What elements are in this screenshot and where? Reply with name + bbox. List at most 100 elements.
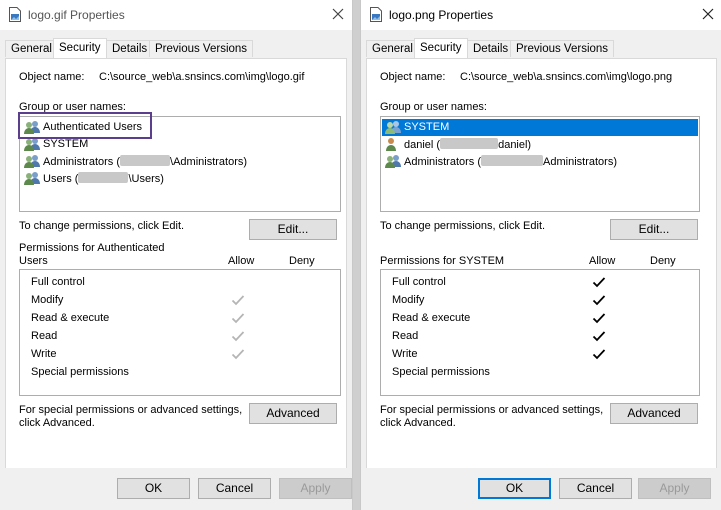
change-permissions-text: To change permissions, click Edit.	[380, 220, 546, 232]
permission-name: Write	[31, 348, 57, 360]
properties-dialog-right: logo.png Properties General Security Det…	[360, 0, 721, 510]
permissions-for-label-line2: Users	[19, 255, 48, 267]
tab-previous-versions[interactable]: Previous Versions	[510, 40, 615, 57]
permissions-for-label: Permissions for Authenticated	[19, 242, 165, 254]
special-permissions-text: For special permissions or advanced sett…	[380, 404, 604, 416]
tab-previous-versions[interactable]: Previous Versions	[149, 40, 254, 57]
permission-row: Full control	[381, 274, 699, 292]
window-title: logo.png Properties	[389, 8, 494, 22]
file-icon	[9, 7, 21, 22]
list-item[interactable]: Administrators (Administrators)	[382, 153, 698, 170]
special-permissions-text-line2: click Advanced.	[19, 417, 95, 429]
special-permissions-text-line2: click Advanced.	[380, 417, 456, 429]
list-item[interactable]: Administrators (\Administrators)	[21, 153, 339, 170]
properties-dialog-left: logo.gif Properties General Security Det…	[0, 0, 353, 510]
permission-name: Read	[31, 330, 58, 342]
users-group-icon	[384, 154, 402, 171]
checkmark-icon	[592, 331, 606, 342]
permission-row: Write	[381, 346, 699, 364]
tab-strip: General Security Details Previous Versio…	[5, 38, 347, 58]
tab-details[interactable]: Details	[467, 40, 515, 57]
redacted-domain	[78, 172, 129, 183]
redacted-domain	[120, 155, 171, 166]
checkmark-icon	[231, 331, 245, 342]
ok-button[interactable]: OK	[117, 478, 190, 499]
list-item[interactable]: Users (\Users)	[21, 170, 339, 187]
allow-header: Allow	[228, 255, 255, 267]
tab-general[interactable]: General	[366, 40, 419, 57]
list-item[interactable]: SYSTEM	[382, 119, 698, 136]
checkmark-icon	[592, 349, 606, 360]
permission-name: Full control	[31, 276, 85, 288]
permission-name: Modify	[392, 294, 425, 306]
permission-name: Read	[392, 330, 419, 342]
checkmark-icon	[231, 313, 245, 324]
security-panel: Object name: C:\source_web\a.snsincs.com…	[5, 58, 347, 469]
tab-general[interactable]: General	[5, 40, 58, 57]
checkmark-icon	[592, 313, 606, 324]
close-icon	[702, 8, 714, 20]
user-name: daniel (daniel)	[404, 138, 532, 151]
object-name-label: Object name:	[380, 71, 446, 83]
permission-name: Read & execute	[392, 312, 471, 324]
permissions-list: Full control Modify Read & execute Read Writ…	[19, 269, 341, 396]
permission-row: Special permissions	[20, 364, 340, 382]
tab-security[interactable]: Security	[53, 38, 107, 58]
title-bar: logo.png Properties	[361, 0, 721, 30]
redacted-domain	[440, 138, 499, 149]
apply-button[interactable]: Apply	[638, 478, 711, 499]
close-button[interactable]	[696, 0, 721, 30]
close-icon	[332, 8, 344, 20]
users-group-icon	[23, 171, 41, 188]
object-name-label: Object name:	[19, 71, 85, 83]
tab-security[interactable]: Security	[414, 38, 468, 58]
edit-button[interactable]: Edit...	[610, 219, 698, 240]
ok-button[interactable]: OK	[478, 478, 551, 499]
user-name: Administrators (Administrators)	[404, 155, 617, 168]
permission-row: Read	[20, 328, 340, 346]
checkmark-icon	[231, 349, 245, 360]
checkmark-icon	[592, 277, 606, 288]
permissions-for-label: Permissions for SYSTEM	[380, 255, 505, 267]
permission-row: Modify	[381, 292, 699, 310]
user-name: Users (\Users)	[43, 172, 164, 185]
checkmark-icon	[231, 295, 245, 306]
cancel-button[interactable]: Cancel	[198, 478, 271, 499]
permission-name: Special permissions	[31, 366, 129, 378]
user-name: Administrators (\Administrators)	[43, 155, 248, 168]
deny-header: Deny	[289, 255, 315, 267]
special-permissions-text: For special permissions or advanced sett…	[19, 404, 243, 416]
advanced-button[interactable]: Advanced	[249, 403, 337, 424]
list-item[interactable]: daniel (daniel)	[382, 136, 698, 153]
security-panel: Object name: C:\source_web\a.snsincs.com…	[366, 58, 717, 469]
permission-row: Full control	[20, 274, 340, 292]
deny-header: Deny	[650, 255, 676, 267]
permission-row: Write	[20, 346, 340, 364]
edit-button[interactable]: Edit...	[249, 219, 337, 240]
file-icon	[370, 7, 382, 22]
user-name: SYSTEM	[43, 138, 89, 150]
dialog-footer: OK Cancel Apply	[361, 468, 721, 510]
tab-strip: General Security Details Previous Versio…	[366, 38, 717, 58]
allow-header: Allow	[589, 255, 616, 267]
users-group-icon	[23, 154, 41, 171]
apply-button[interactable]: Apply	[279, 478, 352, 499]
cancel-button[interactable]: Cancel	[559, 478, 632, 499]
group-names-label: Group or user names:	[380, 101, 487, 113]
permission-name: Full control	[392, 276, 446, 288]
window-gap	[353, 0, 360, 510]
permission-name: Special permissions	[392, 366, 490, 378]
permission-name: Write	[392, 348, 418, 360]
object-name-value: C:\source_web\a.snsincs.com\img\logo.png	[460, 71, 673, 83]
dialog-footer: OK Cancel Apply	[0, 468, 352, 510]
change-permissions-text: To change permissions, click Edit.	[19, 220, 185, 232]
permissions-list: Full control Modify Read & execute Read Writ…	[380, 269, 700, 396]
tab-details[interactable]: Details	[106, 40, 154, 57]
permission-row: Read & execute	[381, 310, 699, 328]
permission-row: Special permissions	[381, 364, 699, 382]
user-list[interactable]: SYSTEM daniel (daniel) Administrators (A…	[380, 116, 700, 212]
advanced-button[interactable]: Advanced	[610, 403, 698, 424]
redacted-domain	[481, 155, 544, 166]
close-button[interactable]	[326, 0, 352, 30]
user-icon	[384, 137, 402, 154]
